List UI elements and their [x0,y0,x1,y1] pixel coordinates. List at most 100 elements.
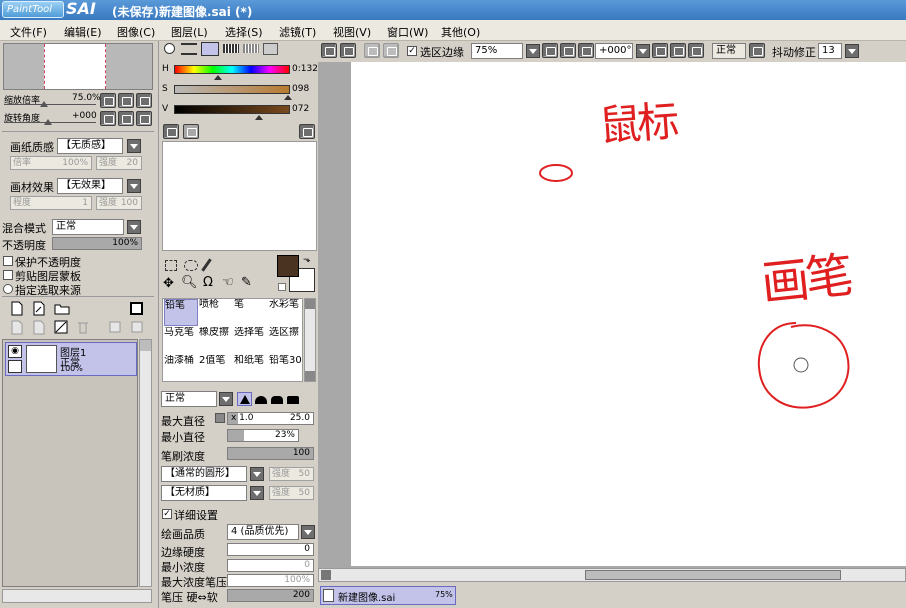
eye-icon[interactable]: ◉ [8,345,22,358]
document-tab[interactable]: 新建图像.sai 75% [320,586,456,605]
rgb-slider-icon[interactable] [181,43,197,55]
blend-mode-select[interactable]: 正常 [52,219,124,235]
menu-window[interactable]: 窗口(W) [387,24,428,40]
brush-shape-dropdown-icon[interactable] [250,467,264,481]
toolbar-zoom-in-button[interactable] [560,43,576,58]
scroll-up-icon[interactable] [305,299,315,309]
brush-texture-dropdown-icon[interactable] [250,486,264,500]
foreground-color-swatch[interactable] [277,255,299,277]
tool-watercolor[interactable]: 水彩笔 [269,299,303,326]
zoom-slider-thumb[interactable] [40,101,48,107]
blend-mode-dropdown-icon[interactable] [127,220,141,234]
menu-filter[interactable]: 滤镜(T) [279,24,316,40]
brush-lock-icon[interactable] [8,360,22,373]
zoom-in-button[interactable] [118,93,134,108]
tool-airbrush[interactable]: 喷枪 [199,299,233,326]
pressure-slider[interactable]: 200 [227,589,314,602]
swatch-icon[interactable] [243,44,259,53]
undo-icon[interactable] [321,43,337,58]
brush-shape-soft1-icon[interactable] [255,396,267,404]
angle-dropdown-icon[interactable] [636,44,650,58]
tool-paper-brush[interactable]: 和纸笔 [234,355,268,382]
toolbar-zoom-out-button[interactable] [542,43,558,58]
tool-eraser[interactable]: 橡皮擦 [199,327,233,354]
redo-icon[interactable] [340,43,356,58]
stabilizer-dropdown-icon[interactable] [845,44,859,58]
zoom-dropdown-icon[interactable] [526,44,540,58]
paper-texture-select[interactable]: 【无质感】 [57,138,123,154]
rotate-reset-toolbar-button[interactable] [688,43,704,58]
brush-shape-flat-icon[interactable] [287,396,299,404]
scroll-down-icon[interactable] [305,371,315,381]
hand-icon[interactable]: ☜ [222,275,234,290]
rotate-left-button[interactable] [100,111,116,126]
layer-row[interactable]: ◉ 图层1 正常 100% [5,342,137,376]
toolbar-zoom-reset-button[interactable] [578,43,594,58]
clear-layer-icon[interactable] [54,320,68,335]
scroll-left-icon[interactable] [321,570,331,580]
edge-hardness-slider[interactable]: 0 [227,543,314,556]
rect-select-icon[interactable] [165,260,177,271]
scratchpad-clear-icon[interactable] [299,124,315,139]
max-size-slider[interactable]: x 1.0 25.0 [227,412,314,425]
rotate-ccw-button[interactable] [652,43,668,58]
scroll-up-icon[interactable] [140,340,151,351]
quality-select[interactable]: 4 (品质优先) [227,524,299,540]
density-slider[interactable]: 100 [227,447,314,460]
tool-binary-pen[interactable]: 2值笔 [199,355,233,382]
tool-marker[interactable]: 马克笔 [164,327,198,354]
hue-slider[interactable] [174,65,290,74]
scratchpad-area[interactable] [162,141,317,251]
size-range-icon[interactable] [215,413,225,423]
brush-texture-select[interactable]: 【无材质】 [161,485,247,501]
hsv-slider-icon[interactable] [201,42,219,56]
zoom-out-button[interactable] [100,93,116,108]
tool-select-eraser[interactable]: 选区擦 [269,327,303,354]
rotate-right-button[interactable] [118,111,134,126]
protect-alpha-checkbox[interactable] [3,256,13,266]
brush-mode-select[interactable]: 正常 [161,391,217,407]
menu-select[interactable]: 选择(S) [225,24,263,40]
min-size-slider[interactable]: 23% [227,429,299,442]
hue-thumb[interactable] [214,75,222,80]
flip-button[interactable] [749,43,765,58]
scroll-thumb[interactable] [585,570,841,580]
paper-effect-select[interactable]: 【无效果】 [57,178,123,194]
view-mode-select[interactable]: 正常 [712,43,746,59]
scratchpad-icon[interactable] [263,43,278,55]
select-source-radio[interactable] [3,284,13,294]
clip-mask-checkbox[interactable] [3,270,13,280]
zoom-reset-button[interactable] [136,93,152,108]
mixer-icon[interactable] [223,44,239,53]
menu-file[interactable]: 文件(F) [10,24,47,40]
brush-shape-select[interactable]: 【通常的圆形】 [161,466,247,482]
tool-brush[interactable]: 笔 [234,299,268,326]
zoom-icon[interactable]: 🔍︎ [181,275,198,290]
paper-texture-dropdown-icon[interactable] [127,139,141,153]
value-slider[interactable] [174,105,290,114]
rotate-icon[interactable]: Ω [203,275,213,290]
brush-mode-dropdown-icon[interactable] [219,392,233,406]
tool-grid-scrollbar[interactable] [304,298,316,382]
tool-bucket[interactable]: 油漆桶 [164,355,198,382]
layer-mask-icon[interactable] [130,302,143,315]
brush-shape-hard-icon[interactable] [237,392,252,406]
layer-hscrollbar[interactable] [2,589,152,603]
eyedropper-icon[interactable]: ✎ [241,275,252,290]
menu-layer[interactable]: 图层(L) [171,24,208,40]
new-layer-icon[interactable] [10,301,24,316]
menu-other[interactable]: 其他(O) [441,24,480,40]
new-vector-layer-icon[interactable] [32,301,46,316]
saturation-slider[interactable] [174,85,290,94]
min-density-slider[interactable]: 0 [227,559,314,572]
navigator-preview[interactable] [3,43,153,90]
zoom-slider[interactable] [4,104,96,105]
detail-settings-checkbox[interactable]: ✓ [162,509,172,519]
max-pressure-slider[interactable]: 100% [227,574,314,587]
menu-view[interactable]: 视图(V) [333,24,371,40]
layer-list-scrollbar[interactable] [139,339,152,587]
saturation-thumb[interactable] [284,95,292,100]
reset-colors-icon[interactable] [278,283,286,291]
tool-select-pen[interactable]: 选择笔 [234,327,268,354]
tool-pencil[interactable]: 铅笔 [164,299,198,326]
